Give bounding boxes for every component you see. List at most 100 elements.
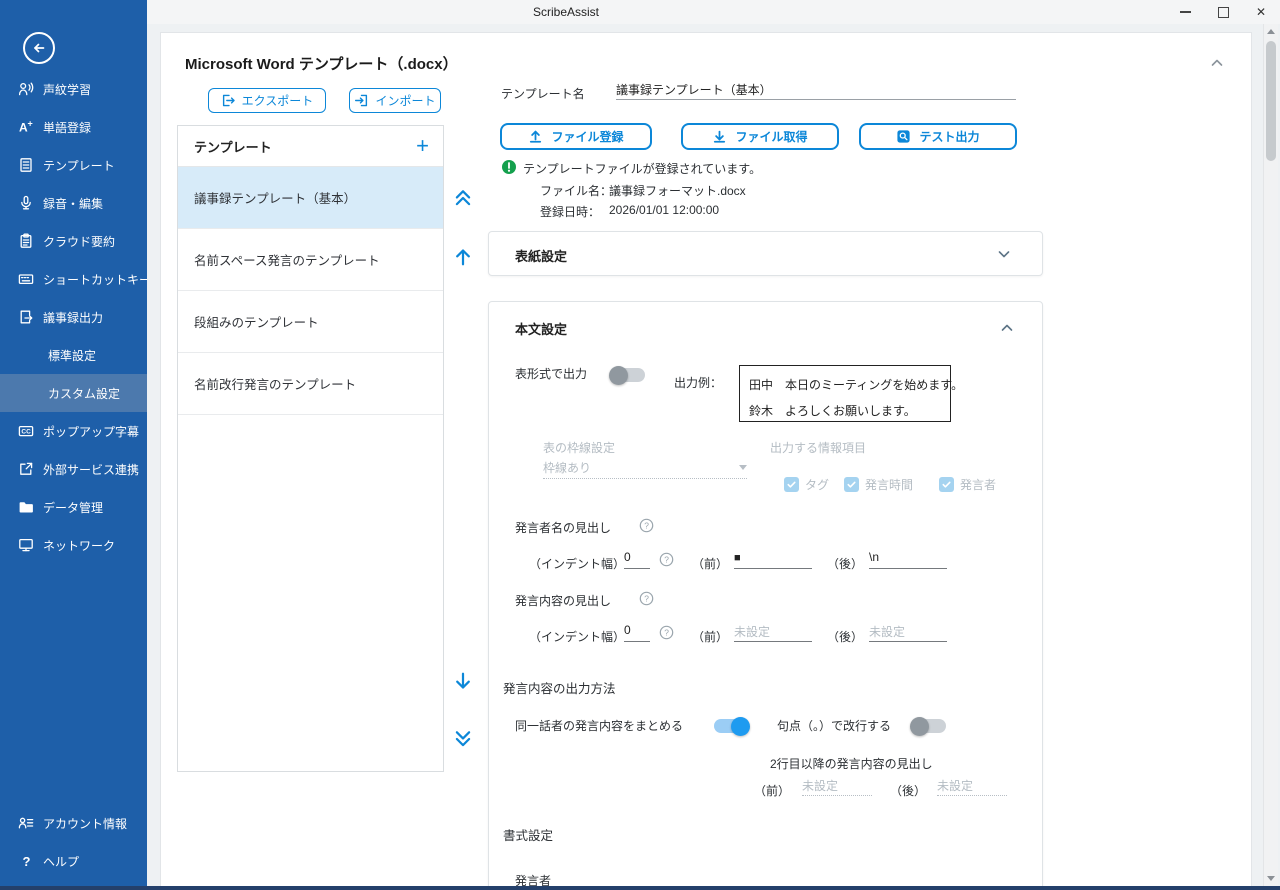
back-button[interactable] bbox=[23, 32, 55, 64]
status-success-icon bbox=[501, 159, 517, 175]
help-icon[interactable]: ? bbox=[659, 552, 674, 567]
sidebar-item-label: 標準設定 bbox=[48, 347, 96, 364]
template-item-label: 段組みのテンプレート bbox=[194, 312, 319, 331]
sidebar-item-voiceprint[interactable]: 声紋学習 bbox=[0, 70, 147, 108]
speaker-after-input[interactable]: \n bbox=[869, 550, 947, 569]
sidebar-item-label: 議事録出力 bbox=[43, 309, 103, 326]
file-fetch-button[interactable]: ファイル取得 bbox=[681, 123, 839, 150]
output-example-label: 出力例： bbox=[674, 374, 722, 391]
template-item-label: 名前改行発言のテンプレート bbox=[194, 374, 356, 393]
indent-label: （インデント幅） bbox=[529, 555, 625, 572]
toggle-knob bbox=[910, 717, 929, 736]
scrollbar-thumb[interactable] bbox=[1266, 41, 1276, 161]
close-button[interactable]: ✕ bbox=[1242, 0, 1280, 24]
table-border-select[interactable]: 枠線あり bbox=[543, 457, 747, 479]
sidebar-item-account-info[interactable]: アカウント情報 bbox=[0, 804, 147, 842]
sidebar-item-standard-settings[interactable]: 標準設定 bbox=[0, 336, 147, 374]
export-button-label: エクスポート bbox=[242, 92, 314, 109]
chevron-down-icon bbox=[739, 465, 747, 470]
template-icon bbox=[18, 157, 34, 173]
help-icon[interactable]: ? bbox=[639, 591, 654, 606]
titlebar: ScribeAssist ✕ bbox=[147, 0, 1280, 25]
sidebar-item-label: ネットワーク bbox=[43, 537, 115, 554]
template-name-value: 議事録テンプレート（基本） bbox=[616, 83, 772, 97]
export-button[interactable]: エクスポート bbox=[208, 88, 326, 113]
period-break-toggle[interactable] bbox=[912, 719, 946, 733]
svg-text:?: ? bbox=[664, 555, 669, 565]
collapse-section-icon[interactable] bbox=[1209, 55, 1225, 71]
chevron-down-icon[interactable] bbox=[996, 246, 1012, 262]
cover-settings-section[interactable]: 表紙設定 bbox=[488, 231, 1043, 276]
sidebar-item-cloud-summary[interactable]: クラウド要約 bbox=[0, 222, 147, 260]
scrollbar-down-button[interactable] bbox=[1264, 871, 1278, 886]
template-list-item[interactable]: 議事録テンプレート（基本） bbox=[178, 167, 443, 229]
minimize-button[interactable] bbox=[1166, 0, 1204, 24]
template-list-item[interactable]: 名前スペース発言のテンプレート bbox=[178, 229, 443, 291]
sidebar: 声紋学習 A+ 単語登録 テンプレート 録音・編集 クラウド要約 ショートカット… bbox=[0, 0, 147, 886]
chevron-up-icon[interactable] bbox=[999, 320, 1015, 336]
second-before-input[interactable]: 未設定 bbox=[802, 777, 872, 796]
page-title: Microsoft Word テンプレート（.docx） bbox=[185, 53, 458, 74]
vertical-scrollbar[interactable] bbox=[1263, 24, 1278, 886]
merge-toggle[interactable] bbox=[714, 719, 748, 733]
test-output-button[interactable]: テスト出力 bbox=[859, 123, 1017, 150]
speaker-before-input[interactable]: ■ bbox=[734, 550, 812, 569]
sidebar-item-template[interactable]: テンプレート bbox=[0, 146, 147, 184]
speech-time-checkbox-label: 発言時間 bbox=[865, 476, 913, 493]
maximize-icon bbox=[1218, 7, 1229, 18]
content-after-value: 未設定 bbox=[869, 625, 905, 639]
sidebar-item-network[interactable]: ネットワーク bbox=[0, 526, 147, 564]
speaker-format-label: 発言者 bbox=[515, 872, 551, 886]
sidebar-item-label: テンプレート bbox=[43, 157, 115, 174]
speaker-before-value: ■ bbox=[734, 552, 741, 564]
tag-checkbox[interactable]: タグ bbox=[784, 476, 829, 493]
speaker-indent-input[interactable]: 0 bbox=[624, 550, 650, 569]
sidebar-item-word-register[interactable]: A+ 単語登録 bbox=[0, 108, 147, 146]
move-top-icon[interactable] bbox=[453, 188, 473, 208]
sidebar-item-help[interactable]: ? ヘルプ bbox=[0, 842, 147, 880]
second-after-input[interactable]: 未設定 bbox=[937, 777, 1007, 796]
triangle-up-icon bbox=[1267, 29, 1275, 34]
content-indent-value: 0 bbox=[624, 623, 631, 637]
record-edit-icon bbox=[18, 195, 34, 211]
content-after-input[interactable]: 未設定 bbox=[869, 623, 947, 642]
sidebar-item-shortcut-key[interactable]: ショートカットキー bbox=[0, 260, 147, 298]
table-output-toggle[interactable] bbox=[611, 368, 645, 382]
sidebar-item-popup-subtitle[interactable]: CC ポップアップ字幕 bbox=[0, 412, 147, 450]
import-button[interactable]: インポート bbox=[349, 88, 441, 113]
checkbox-checked-icon bbox=[784, 477, 799, 492]
sidebar-item-custom-settings[interactable]: カスタム設定 bbox=[0, 374, 147, 412]
maximize-button[interactable] bbox=[1204, 0, 1242, 24]
data-management-icon bbox=[18, 499, 34, 515]
template-list-title: テンプレート bbox=[194, 137, 272, 156]
template-name-input[interactable]: 議事録テンプレート（基本） bbox=[616, 81, 1016, 100]
sidebar-item-data-management[interactable]: データ管理 bbox=[0, 488, 147, 526]
sidebar-item-minutes-output[interactable]: 議事録出力 bbox=[0, 298, 147, 336]
move-down-icon[interactable] bbox=[453, 671, 473, 691]
move-bottom-icon[interactable] bbox=[453, 729, 473, 749]
toggle-knob bbox=[731, 717, 750, 736]
scrollbar-up-button[interactable] bbox=[1264, 24, 1278, 39]
sidebar-item-label: 録音・編集 bbox=[43, 195, 103, 212]
template-list-item[interactable]: 段組みのテンプレート bbox=[178, 291, 443, 353]
move-up-icon[interactable] bbox=[453, 247, 473, 267]
add-template-button[interactable]: + bbox=[416, 135, 429, 157]
speaker-checkbox[interactable]: 発言者 bbox=[939, 476, 996, 493]
export-icon bbox=[221, 93, 236, 108]
speaker-checkbox-label: 発言者 bbox=[960, 476, 996, 493]
sidebar-item-external-service[interactable]: 外部サービス連携 bbox=[0, 450, 147, 488]
content-indent-input[interactable]: 0 bbox=[624, 623, 650, 642]
file-register-button[interactable]: ファイル登録 bbox=[500, 123, 652, 150]
content-before-input[interactable]: 未設定 bbox=[734, 623, 812, 642]
sidebar-item-label: 声紋学習 bbox=[43, 81, 91, 98]
template-list-item[interactable]: 名前改行発言のテンプレート bbox=[178, 353, 443, 415]
shortcut-key-icon bbox=[18, 271, 34, 287]
help-icon[interactable]: ? bbox=[639, 518, 654, 533]
window-title: ScribeAssist bbox=[533, 5, 599, 19]
before-label: （前） bbox=[692, 555, 728, 572]
close-icon: ✕ bbox=[1256, 6, 1266, 18]
sidebar-item-record-edit[interactable]: 録音・編集 bbox=[0, 184, 147, 222]
speech-time-checkbox[interactable]: 発言時間 bbox=[844, 476, 913, 493]
content-heading-label: 発言内容の見出し bbox=[515, 592, 611, 609]
help-icon[interactable]: ? bbox=[659, 625, 674, 640]
